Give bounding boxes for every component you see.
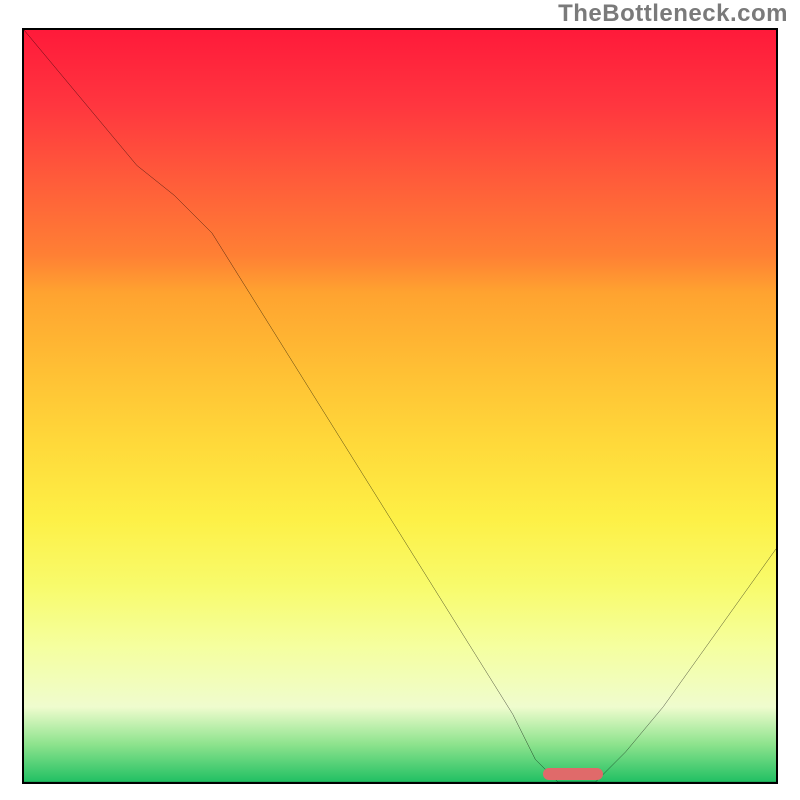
watermark-text: TheBottleneck.com: [558, 0, 788, 28]
bottleneck-curve: [24, 30, 776, 782]
plot-frame: [22, 28, 778, 784]
optimal-marker: [543, 768, 603, 780]
chart-container: TheBottleneck.com: [0, 0, 800, 800]
